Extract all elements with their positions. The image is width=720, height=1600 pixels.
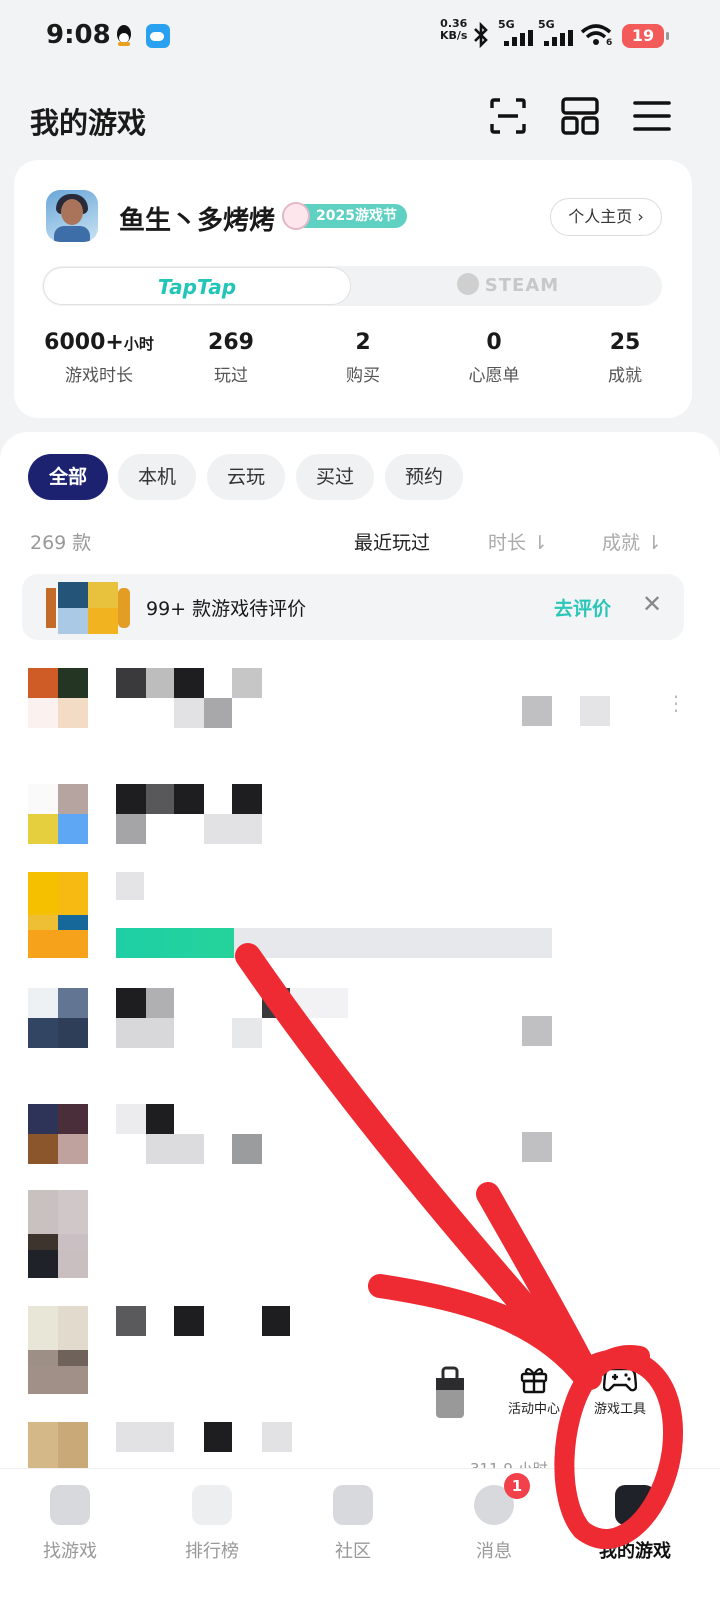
stat-achievements[interactable]: 25 成就 bbox=[560, 330, 690, 386]
filter-chip-local[interactable]: 本机 bbox=[118, 454, 196, 500]
wifi-sub: 6 bbox=[606, 38, 613, 48]
game-icon bbox=[28, 668, 88, 728]
steam-icon bbox=[456, 273, 479, 295]
stat-play-time[interactable]: 6000+小时 游戏时长 bbox=[34, 330, 164, 386]
battery-indicator: 19 bbox=[622, 24, 669, 48]
stat-value: 25 bbox=[609, 330, 641, 355]
tool-game-tools-label: 游戏工具 bbox=[593, 1402, 646, 1417]
bottom-nav: 找游戏 排行榜 社区 1 消息 我的游戏 bbox=[0, 1468, 720, 1600]
game-count: 269 款 bbox=[30, 532, 92, 554]
stat-label: 玩过 bbox=[214, 366, 248, 386]
game-icon bbox=[28, 988, 88, 1048]
stat-label: 游戏时长 bbox=[65, 366, 133, 386]
platform-switch: TapTap STEAM bbox=[42, 266, 662, 306]
nav-rankings[interactable]: 排行榜 bbox=[152, 1479, 272, 1563]
nav-my-games[interactable]: 我的游戏 bbox=[575, 1479, 695, 1563]
filter-chip-all[interactable]: 全部 bbox=[28, 454, 108, 500]
grid-icon[interactable] bbox=[560, 96, 600, 136]
play-progress-fill bbox=[116, 928, 234, 958]
tool-game-tools[interactable]: 游戏工具 bbox=[586, 1364, 654, 1417]
game-icon bbox=[28, 784, 88, 844]
menu-icon[interactable] bbox=[632, 96, 672, 136]
signal1-icon bbox=[504, 30, 533, 46]
status-time: 9:08 bbox=[46, 20, 111, 50]
sort-recent[interactable]: 最近玩过 bbox=[354, 528, 430, 555]
review-game-thumbnails bbox=[46, 582, 130, 634]
stat-label: 购买 bbox=[346, 366, 380, 386]
review-action-button[interactable]: 去评价 bbox=[554, 594, 611, 621]
stat-purchased[interactable]: 2 购买 bbox=[298, 330, 428, 386]
my-games-icon bbox=[615, 1485, 655, 1525]
tool-item-1[interactable] bbox=[428, 1364, 472, 1424]
community-icon bbox=[333, 1485, 373, 1525]
festival-badge[interactable]: 2025游戏节 bbox=[282, 202, 407, 230]
find-games-icon bbox=[50, 1485, 90, 1525]
net-speed-unit: KB/s bbox=[440, 29, 468, 42]
profile-home-button[interactable]: 个人主页 › bbox=[550, 198, 662, 236]
filter-chip-cloud[interactable]: 云玩 bbox=[207, 454, 285, 500]
stat-label: 成就 bbox=[608, 366, 642, 386]
stat-label: 心愿单 bbox=[468, 366, 520, 386]
nav-label: 消息 bbox=[476, 1541, 512, 1562]
nav-find-games[interactable]: 找游戏 bbox=[10, 1479, 130, 1563]
close-icon[interactable]: ✕ bbox=[642, 590, 662, 618]
stat-value: 6000+ bbox=[44, 330, 124, 355]
sort-duration[interactable]: 时长 ⇂ bbox=[488, 528, 548, 555]
more-icon[interactable]: ⋮ bbox=[666, 693, 686, 713]
bluetooth-icon bbox=[474, 22, 488, 48]
bag-icon bbox=[436, 1366, 464, 1418]
stat-value: 2 bbox=[355, 330, 371, 355]
play-progress-bar bbox=[116, 928, 552, 958]
nav-label: 找游戏 bbox=[43, 1541, 97, 1562]
nav-label: 排行榜 bbox=[185, 1541, 239, 1562]
stat-unit: 小时 bbox=[123, 335, 154, 353]
rankings-icon bbox=[192, 1485, 232, 1525]
sort-achievements[interactable]: 成就 ⇂ bbox=[602, 528, 662, 555]
tab-steam[interactable]: STEAM bbox=[354, 266, 662, 306]
medal-icon bbox=[282, 202, 310, 230]
game-row[interactable] bbox=[0, 988, 720, 1104]
game-icon bbox=[28, 1422, 88, 1468]
status-bar: 9:08 0.36 KB/s 5G 5G 6 19 bbox=[0, 0, 720, 72]
tab-taptap[interactable]: TapTap bbox=[43, 267, 351, 305]
nav-label: 社区 bbox=[335, 1541, 371, 1562]
signal2-icon bbox=[544, 30, 573, 46]
nav-community[interactable]: 社区 bbox=[293, 1479, 413, 1563]
stat-wishlist[interactable]: 0 心愿单 bbox=[429, 330, 559, 386]
game-icon bbox=[28, 1104, 88, 1164]
gift-icon bbox=[520, 1367, 548, 1394]
review-banner[interactable]: 99+ 款游戏待评价 去评价 ✕ bbox=[22, 574, 684, 640]
stat-played[interactable]: 269 玩过 bbox=[166, 330, 296, 386]
gamepad-icon bbox=[603, 1367, 637, 1392]
weather-icon bbox=[146, 24, 170, 48]
tool-activity-label: 活动中心 bbox=[507, 1402, 560, 1417]
filter-chip-bought[interactable]: 买过 bbox=[296, 454, 374, 500]
nickname[interactable]: 鱼生丶多烤烤 bbox=[119, 200, 275, 237]
game-row[interactable]: ⋮ bbox=[0, 668, 720, 784]
tab-steam-label: STEAM bbox=[484, 275, 560, 296]
page-title: 我的游戏 bbox=[30, 106, 147, 140]
tool-activity-center[interactable]: 活动中心 bbox=[502, 1364, 566, 1417]
review-banner-text: 99+ 款游戏待评价 bbox=[146, 598, 307, 620]
nav-messages[interactable]: 1 消息 bbox=[434, 1473, 554, 1563]
scan-icon[interactable] bbox=[488, 96, 528, 136]
stat-value: 0 bbox=[486, 330, 502, 355]
stat-value: 269 bbox=[208, 330, 254, 355]
qq-icon bbox=[117, 25, 131, 46]
nav-label: 我的游戏 bbox=[599, 1541, 671, 1562]
messages-icon: 1 bbox=[474, 1473, 530, 1525]
profile-card: 鱼生丶多烤烤 2025游戏节 个人主页 › TapTap STEAM 6000+… bbox=[14, 160, 692, 418]
filter-chip-reserved[interactable]: 预约 bbox=[385, 454, 463, 500]
festival-badge-label: 2025游戏节 bbox=[316, 208, 397, 224]
avatar[interactable] bbox=[46, 190, 98, 242]
floating-tool-bar: 活动中心 游戏工具 bbox=[420, 1356, 670, 1426]
net-speed: 0.36 KB/s bbox=[440, 18, 467, 42]
message-badge: 1 bbox=[504, 1473, 530, 1499]
game-row[interactable] bbox=[0, 1190, 720, 1306]
